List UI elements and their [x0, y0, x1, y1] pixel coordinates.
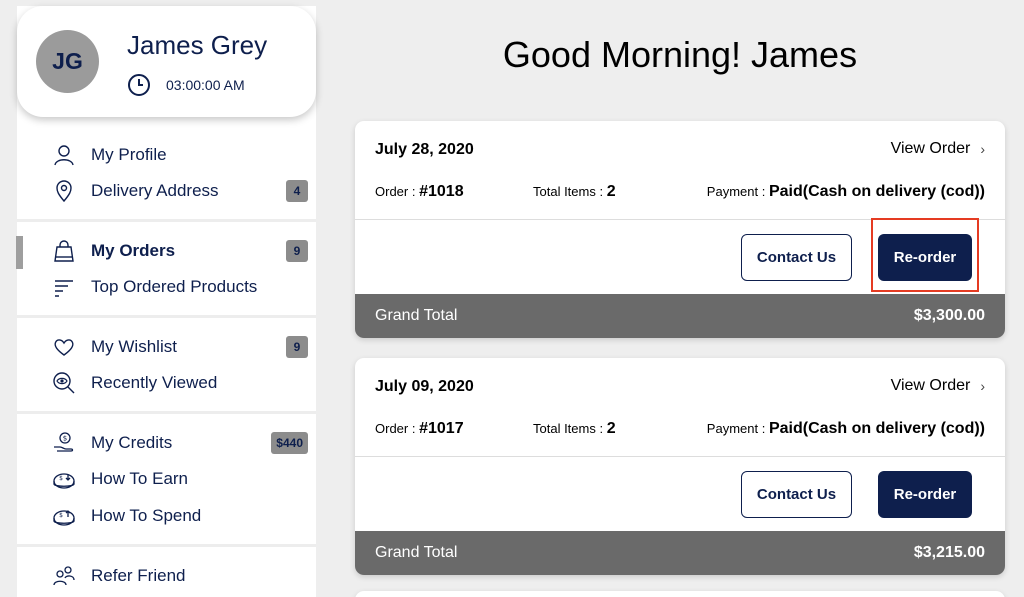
- count-badge: 9: [286, 240, 308, 262]
- sidebar-item-my-orders[interactable]: My Orders 9: [17, 236, 316, 266]
- user-time: 03:00:00 AM: [166, 77, 245, 93]
- location-pin-icon: [56, 180, 72, 203]
- sidebar-item-my-credits[interactable]: $ My Credits $440: [17, 428, 316, 458]
- sidebar-item-label: My Profile: [91, 145, 167, 164]
- chevron-right-icon: ›: [980, 141, 985, 157]
- user-name: James Grey: [127, 30, 268, 60]
- view-order-label: View Order: [890, 140, 971, 157]
- order-number-label: Order :: [375, 184, 416, 199]
- heart-icon: [54, 339, 74, 356]
- avatar[interactable]: JG: [36, 30, 99, 93]
- eye-search-icon: [53, 372, 75, 394]
- sidebar-item-label: Refer Friend: [91, 566, 186, 585]
- order-number: Order : #1018: [375, 183, 464, 201]
- sidebar-item-top-ordered-products[interactable]: Top Ordered Products: [17, 272, 316, 302]
- order-number-value: #1018: [419, 183, 464, 200]
- sidebar-item-label: Top Ordered Products: [91, 277, 258, 296]
- count-badge: 9: [286, 336, 308, 358]
- sidebar-item-label: My Wishlist: [91, 337, 177, 356]
- order-date: July 28, 2020: [375, 141, 474, 158]
- credits-badge: $440: [271, 432, 308, 454]
- sidebar-item-label: Delivery Address: [91, 181, 219, 200]
- divider: [17, 219, 316, 222]
- sidebar-item-delivery-address[interactable]: Delivery Address 4: [17, 176, 316, 206]
- reorder-button[interactable]: Re-order: [878, 471, 972, 518]
- refer-friend-icon: [53, 566, 75, 586]
- sidebar-item-how-to-spend[interactable]: $ How To Spend: [17, 501, 316, 531]
- payment: Payment : Paid(Cash on delivery (cod)): [707, 183, 985, 201]
- grand-total-bar: Grand Total $3,215.00: [355, 531, 1005, 575]
- order-number: Order : #1017: [375, 420, 464, 438]
- view-order-link[interactable]: View Order ›: [891, 377, 985, 395]
- grand-total-label: Grand Total: [375, 544, 458, 561]
- divider: [17, 315, 316, 318]
- payment-value: Paid(Cash on delivery (cod)): [768, 183, 985, 200]
- contact-us-button[interactable]: Contact Us: [741, 234, 852, 281]
- payment: Payment : Paid(Cash on delivery (cod)): [707, 420, 985, 438]
- page-title: Good Morning! James: [502, 34, 858, 75]
- sidebar-item-label: My Orders: [91, 241, 176, 260]
- sidebar-item-label: How To Spend: [91, 506, 202, 525]
- view-order-link[interactable]: View Order ›: [891, 140, 985, 158]
- total-items: Total Items : 2: [533, 183, 616, 201]
- reorder-highlight: [871, 218, 979, 292]
- svg-text:$: $: [59, 512, 63, 519]
- order-number-label: Order :: [375, 421, 416, 436]
- sidebar-item-label: How To Earn: [91, 469, 189, 488]
- sidebar-item-label: Recently Viewed: [91, 373, 218, 392]
- grand-total-value: $3,300.00: [913, 307, 985, 324]
- sidebar-item-how-to-earn[interactable]: $ How To Earn: [17, 464, 316, 494]
- sidebar-item-my-profile[interactable]: My Profile: [17, 140, 316, 170]
- contact-us-button[interactable]: Contact Us: [741, 471, 852, 518]
- user-icon: [54, 145, 74, 166]
- profile-card: JG James Grey 03:00:00 AM: [17, 6, 316, 117]
- order-number-value: #1017: [419, 420, 464, 437]
- sidebar-item-label: My Credits: [91, 433, 173, 452]
- total-items-label: Total Items :: [533, 421, 604, 436]
- grand-total-bar: Grand Total $3,300.00: [355, 294, 1005, 338]
- sidebar-item-recently-viewed[interactable]: Recently Viewed: [17, 368, 316, 398]
- divider: [17, 411, 316, 414]
- payment-label: Payment :: [706, 421, 766, 436]
- dollar-hand-icon: $: [54, 432, 74, 452]
- sort-lines-icon: [55, 280, 73, 297]
- clock-icon: [128, 74, 150, 96]
- payment-value: Paid(Cash on delivery (cod)): [768, 420, 985, 437]
- divider: [355, 456, 1005, 457]
- total-items-value: 2: [606, 183, 616, 200]
- divider: [17, 544, 316, 547]
- total-items: Total Items : 2: [533, 420, 616, 438]
- sidebar: JG James Grey 03:00:00 AM My Profile Del…: [16, 6, 316, 597]
- total-items-value: 2: [606, 420, 616, 437]
- order-card: [355, 591, 1005, 597]
- sidebar-item-my-wishlist[interactable]: My Wishlist 9: [17, 332, 316, 362]
- svg-text:$: $: [63, 435, 67, 443]
- order-card: July 09, 2020 View Order › Order : #1017…: [355, 358, 1005, 575]
- payment-label: Payment :: [706, 184, 766, 199]
- grand-total-value: $3,215.00: [913, 544, 985, 561]
- order-card: July 28, 2020 View Order › Order : #1018…: [355, 121, 1005, 338]
- sidebar-item-refer-friend[interactable]: Refer Friend: [17, 561, 316, 591]
- order-date: July 09, 2020: [375, 378, 474, 395]
- count-badge: 4: [286, 180, 308, 202]
- spend-icon: $: [53, 510, 75, 526]
- svg-text:$: $: [59, 475, 63, 482]
- view-order-label: View Order: [890, 377, 971, 394]
- grand-total-label: Grand Total: [375, 307, 458, 324]
- shopping-bag-icon: [54, 240, 74, 262]
- earn-icon: $: [53, 473, 75, 489]
- chevron-right-icon: ›: [980, 378, 985, 394]
- total-items-label: Total Items :: [533, 184, 604, 199]
